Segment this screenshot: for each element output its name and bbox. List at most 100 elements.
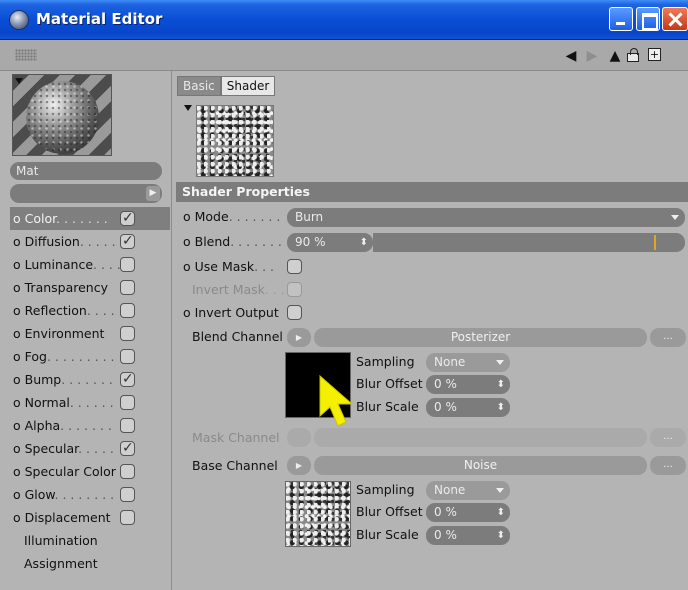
channel-item-bump[interactable]: o Bump. . . . . . . (10, 368, 170, 391)
blend-channel-label: Blend Channel (192, 329, 283, 344)
mode-row: o Mode. . . . . . . (183, 209, 281, 224)
channel-item-illumination[interactable]: Illumination (10, 529, 170, 552)
forward-arrow-icon[interactable]: ▶ (584, 48, 600, 64)
channel-item-luminance[interactable]: o Luminance. . . . (10, 253, 170, 276)
channel-checkbox[interactable] (120, 230, 135, 253)
preview-menu-triangle-icon[interactable] (15, 78, 23, 84)
channel-checkbox[interactable] (120, 303, 135, 318)
up-arrow-icon[interactable]: ▲ (607, 48, 623, 64)
channel-item-specular[interactable]: o Specular. . . . . (10, 437, 170, 460)
minimize-button[interactable] (609, 7, 633, 31)
channel-item-assignment[interactable]: Assignment (10, 552, 170, 575)
channel-checkbox[interactable] (120, 487, 135, 502)
channel-label: Color (24, 211, 57, 226)
back-arrow-icon[interactable]: ◀ (563, 48, 579, 64)
mask-channel-more-button[interactable]: ... (650, 428, 686, 447)
channel-item-glow[interactable]: o Glow. . . . . . . . (10, 483, 170, 506)
lock-icon[interactable] (627, 48, 643, 64)
blend-slider[interactable] (373, 233, 685, 252)
mouse-cursor-icon (319, 374, 354, 427)
material-extra-field[interactable]: ▶ (10, 184, 162, 203)
base-sampling-value: None (434, 483, 466, 497)
base-blur-scale-field[interactable]: 0 % ⬍ (426, 526, 510, 545)
mask-channel-label: Mask Channel (192, 430, 280, 445)
base-channel-label: Base Channel (192, 458, 278, 473)
chevron-right-icon[interactable]: ▶ (146, 186, 160, 201)
channel-checkbox[interactable] (120, 257, 135, 272)
blend-sampling-dropdown[interactable]: None (426, 353, 510, 372)
tab-basic[interactable]: Basic (177, 76, 221, 96)
base-channel-more-button[interactable]: ... (650, 456, 686, 475)
channel-item-environment[interactable]: o Environment (10, 322, 170, 345)
blend-channel-more-button[interactable]: ... (650, 328, 686, 347)
blend-slider-handle[interactable] (654, 235, 656, 250)
channel-checkbox[interactable] (120, 280, 135, 295)
channel-item-reflection[interactable]: o Reflection. . . . . (10, 299, 170, 322)
spinner-arrows-icon[interactable]: ⬍ (497, 503, 505, 522)
blend-control: 90 % ⬍ (287, 233, 687, 252)
invert-output-checkbox[interactable] (287, 305, 302, 320)
channel-checkbox[interactable] (120, 368, 135, 391)
spinner-arrows-icon[interactable]: ⬍ (497, 398, 505, 417)
channel-label: Diffusion (24, 234, 80, 249)
blend-label: Blend (194, 234, 231, 249)
blend-value: 90 % (295, 235, 326, 249)
shader-texture-preview (196, 105, 274, 177)
blend-blur-scale-field[interactable]: 0 % ⬍ (426, 398, 510, 417)
base-channel-menu-button[interactable]: ▶ (287, 456, 311, 475)
spinner-arrows-icon[interactable]: ⬍ (360, 233, 368, 252)
material-app-icon (9, 10, 29, 30)
channel-checkbox[interactable] (120, 207, 135, 230)
section-header: Shader Properties (176, 182, 688, 202)
channel-label: Specular Color (24, 464, 116, 479)
texture-menu-triangle-icon[interactable] (184, 105, 192, 111)
blend-value-field[interactable]: 90 % ⬍ (287, 233, 373, 252)
channel-label: Luminance (24, 257, 94, 272)
spinner-arrows-icon[interactable]: ⬍ (497, 526, 505, 545)
base-blur-offset-field[interactable]: 0 % ⬍ (426, 503, 510, 522)
invert-mask-checkbox[interactable] (287, 282, 302, 297)
use-mask-checkbox[interactable] (287, 259, 302, 274)
channel-checkbox[interactable] (120, 510, 135, 525)
blend-blur-offset-field[interactable]: 0 % ⬍ (426, 375, 510, 394)
base-sampling-dropdown[interactable]: None (426, 481, 510, 500)
material-preview[interactable] (12, 74, 112, 156)
channel-item-alpha[interactable]: o Alpha. . . . . . . (10, 414, 170, 437)
maximize-button[interactable] (636, 7, 660, 31)
channel-label: Fog (24, 349, 47, 364)
chevron-down-icon (671, 215, 679, 220)
channel-checkbox[interactable] (120, 349, 135, 364)
channel-item-displacement[interactable]: o Displacement (10, 506, 170, 529)
channel-checkbox[interactable] (120, 395, 135, 410)
channel-label: Environment (24, 326, 105, 341)
channel-label: Specular (24, 441, 79, 456)
channel-item-diffusion[interactable]: o Diffusion. . . . . (10, 230, 170, 253)
base-blur-scale-label: Blur Scale (356, 527, 419, 542)
material-name-field[interactable]: Mat (10, 162, 162, 180)
blend-blur-offset-label: Blur Offset (356, 376, 423, 391)
mode-dropdown[interactable]: Burn (287, 208, 685, 227)
mask-channel-shader-button[interactable] (314, 428, 647, 447)
new-window-icon[interactable]: + (648, 48, 664, 64)
channel-checkbox[interactable] (120, 326, 135, 341)
channel-checkbox[interactable] (120, 464, 135, 479)
channel-item-transparency[interactable]: o Transparency (10, 276, 170, 299)
blend-blur-scale-label: Blur Scale (356, 399, 419, 414)
close-button[interactable] (662, 7, 688, 31)
channel-item-color[interactable]: o Color. . . . . . . (10, 207, 170, 230)
mask-channel-menu-button[interactable] (287, 428, 311, 447)
blend-sampling-label: Sampling (356, 354, 415, 369)
drag-grip-icon[interactable] (15, 49, 37, 61)
blend-channel-shader-button[interactable]: Posterizer (314, 328, 647, 347)
channel-item-normal[interactable]: o Normal. . . . . . (10, 391, 170, 414)
channel-item-specular-color[interactable]: o Specular Color (10, 460, 170, 483)
invert-output-label: Invert Output (194, 305, 279, 320)
tab-shader[interactable]: Shader (220, 76, 276, 96)
base-channel-shader-button[interactable]: Noise (314, 456, 647, 475)
base-blur-offset-label: Blur Offset (356, 504, 423, 519)
channel-checkbox[interactable] (120, 418, 135, 433)
blend-channel-menu-button[interactable]: ▶ (287, 328, 311, 347)
channel-checkbox[interactable] (120, 437, 135, 460)
spinner-arrows-icon[interactable]: ⬍ (497, 375, 505, 394)
channel-item-fog[interactable]: o Fog. . . . . . . . . (10, 345, 170, 368)
